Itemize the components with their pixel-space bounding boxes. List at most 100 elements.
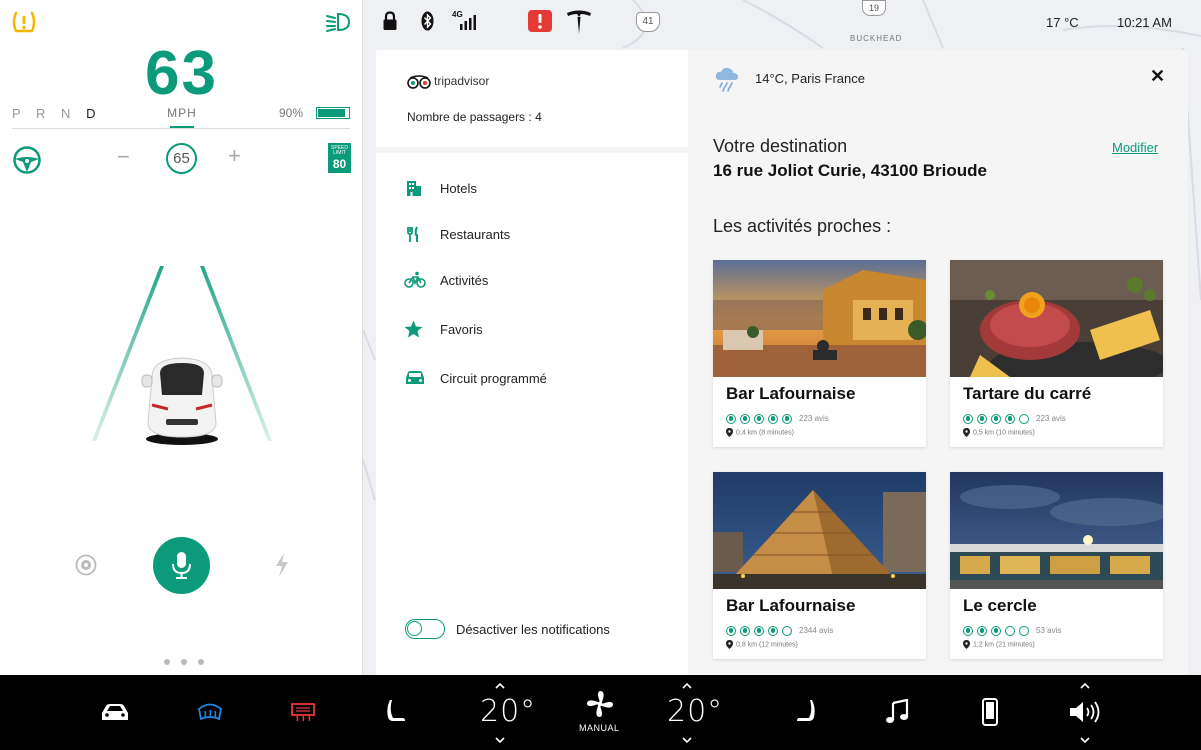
cruise-set-speed[interactable]: 65 — [166, 143, 197, 174]
toggle-knob — [407, 621, 422, 636]
review-count: 223 avis — [1036, 414, 1066, 424]
page-dot — [198, 659, 204, 665]
passenger-count: Nombre de passagers : 4 — [407, 110, 542, 124]
close-icon[interactable]: ✕ — [1150, 67, 1165, 85]
route-19-shield: 19 — [862, 0, 886, 16]
activity-photo — [713, 472, 926, 589]
activity-name: Le cercle — [963, 596, 1037, 615]
lock-icon[interactable] — [383, 11, 397, 31]
increase-set-speed-button[interactable]: + — [228, 143, 241, 169]
rating-bubble — [991, 625, 1001, 636]
rating-bubble — [782, 625, 792, 636]
camera-icon[interactable] — [75, 554, 97, 576]
activity-photo — [950, 260, 1163, 377]
passenger-temp-up-icon[interactable] — [682, 681, 692, 691]
driver-seat-heater-icon[interactable] — [387, 698, 407, 726]
tripadvisor-logo: tripadvisor — [407, 74, 489, 89]
vehicle-icon — [141, 357, 223, 445]
fan-mode-label: MANUAL — [579, 723, 620, 733]
activity-distance: 0,5 km (10 minutes) — [963, 428, 1035, 437]
alert-icon[interactable] — [528, 10, 552, 32]
review-count: 223 avis — [799, 414, 829, 424]
rating-bubble — [1005, 413, 1015, 424]
gear-active: D — [86, 106, 102, 121]
headlight-icon[interactable] — [325, 11, 351, 33]
rating-bubble — [740, 625, 750, 636]
phone-icon[interactable] — [982, 698, 998, 726]
microphone-icon — [172, 552, 191, 579]
car-controls-icon[interactable] — [100, 702, 130, 722]
divider — [12, 128, 350, 129]
divider — [376, 147, 688, 153]
activity-card[interactable]: Bar Lafournaise 223 avis 0,4 km (8 minut… — [713, 260, 926, 447]
activity-photo — [950, 472, 1163, 589]
review-count: 2344 avis — [799, 626, 834, 636]
passenger-seat-heater-icon[interactable] — [795, 698, 815, 726]
activity-card[interactable]: Le cercle 53 avis 1,2 km (21 minutes) — [950, 472, 1163, 659]
menu-item-label: Activités — [440, 273, 489, 288]
menu-item-label: Favoris — [440, 322, 483, 337]
steering-wheel-icon[interactable] — [12, 145, 42, 175]
star-icon — [404, 320, 423, 338]
passenger-temp-down-icon[interactable] — [682, 735, 692, 745]
speed-limit-label: SPEED LIMIT — [331, 145, 348, 156]
bluetooth-icon[interactable] — [421, 11, 434, 31]
route-41-shield: 41 — [636, 12, 660, 32]
rear-defrost-icon[interactable] — [290, 702, 316, 722]
gear-inactive: P R N — [12, 106, 87, 121]
location-pin-icon — [963, 428, 970, 437]
bicycle-icon — [404, 271, 426, 288]
page-dot — [181, 659, 187, 665]
signal-strength-icon — [460, 15, 476, 30]
outside-temperature: 17 °C — [1046, 15, 1079, 30]
car-icon — [406, 371, 424, 384]
tripadvisor-owl-icon — [407, 75, 431, 89]
hotel-icon — [407, 181, 421, 196]
volume-down-icon[interactable] — [1080, 735, 1090, 745]
distance-text: 0,4 km (8 minutes) — [736, 429, 794, 437]
location-pin-icon — [726, 428, 733, 437]
page-indicator[interactable] — [164, 652, 215, 670]
rating-bubble — [768, 625, 778, 636]
activity-distance: 0,8 km (12 minutes) — [726, 640, 798, 649]
rating-bubble — [977, 413, 987, 424]
rating-bubble — [726, 413, 736, 424]
speaker-volume-icon[interactable] — [1068, 699, 1100, 725]
driving-panel: 63 P R N D MPH 90% − 65 + SPEED LIMIT 80 — [0, 0, 363, 675]
driver-temp-down-icon[interactable] — [495, 735, 505, 745]
battery-fill — [318, 109, 345, 117]
volume-up-icon[interactable] — [1080, 681, 1090, 691]
nearby-activities-title: Les activités proches : — [713, 216, 892, 236]
speed-limit-value: 80 — [332, 157, 347, 171]
rating-bubble — [754, 625, 764, 636]
rating-bubble — [963, 413, 973, 424]
location-pin-icon — [726, 640, 733, 649]
tripadvisor-logo-text: tripadvisor — [434, 74, 490, 88]
driver-temp-up-icon[interactable] — [495, 681, 505, 691]
rating-bubble — [1005, 625, 1015, 636]
rating-bubble — [782, 413, 792, 424]
driver-temperature[interactable]: 20° — [480, 694, 536, 729]
rating-bubble — [740, 413, 750, 424]
rating-bubbles: 223 avis — [963, 410, 1066, 424]
music-icon[interactable] — [885, 699, 909, 725]
rating-bubble — [1019, 413, 1029, 424]
decrease-set-speed-button[interactable]: − — [117, 145, 130, 169]
clock: 10:21 AM — [1117, 15, 1172, 30]
activity-card[interactable]: Bar Lafournaise 2344 avis 0,8 km (12 min… — [713, 472, 926, 659]
rating-bubbles: 53 avis — [963, 622, 1061, 636]
battery-percent: 90% — [279, 106, 304, 120]
passenger-temperature[interactable]: 20° — [667, 694, 723, 729]
fan-icon[interactable] — [586, 690, 614, 718]
tire-pressure-warning-icon[interactable] — [11, 10, 37, 34]
gear-selector[interactable]: P R N D — [12, 106, 101, 121]
tesla-logo-icon[interactable] — [566, 9, 592, 35]
front-defrost-icon[interactable] — [197, 701, 223, 723]
rating-bubble — [963, 625, 973, 636]
lightning-bolt-icon[interactable] — [274, 553, 290, 577]
modify-destination-link[interactable]: Modifier — [1112, 140, 1158, 155]
destination-address: 16 rue Joliot Curie, 43100 Brioude — [713, 161, 987, 180]
notifications-toggle[interactable] — [405, 619, 445, 639]
activity-card[interactable]: Tartare du carré 223 avis 0,5 km (10 min… — [950, 260, 1163, 447]
voice-command-button[interactable] — [153, 537, 210, 594]
